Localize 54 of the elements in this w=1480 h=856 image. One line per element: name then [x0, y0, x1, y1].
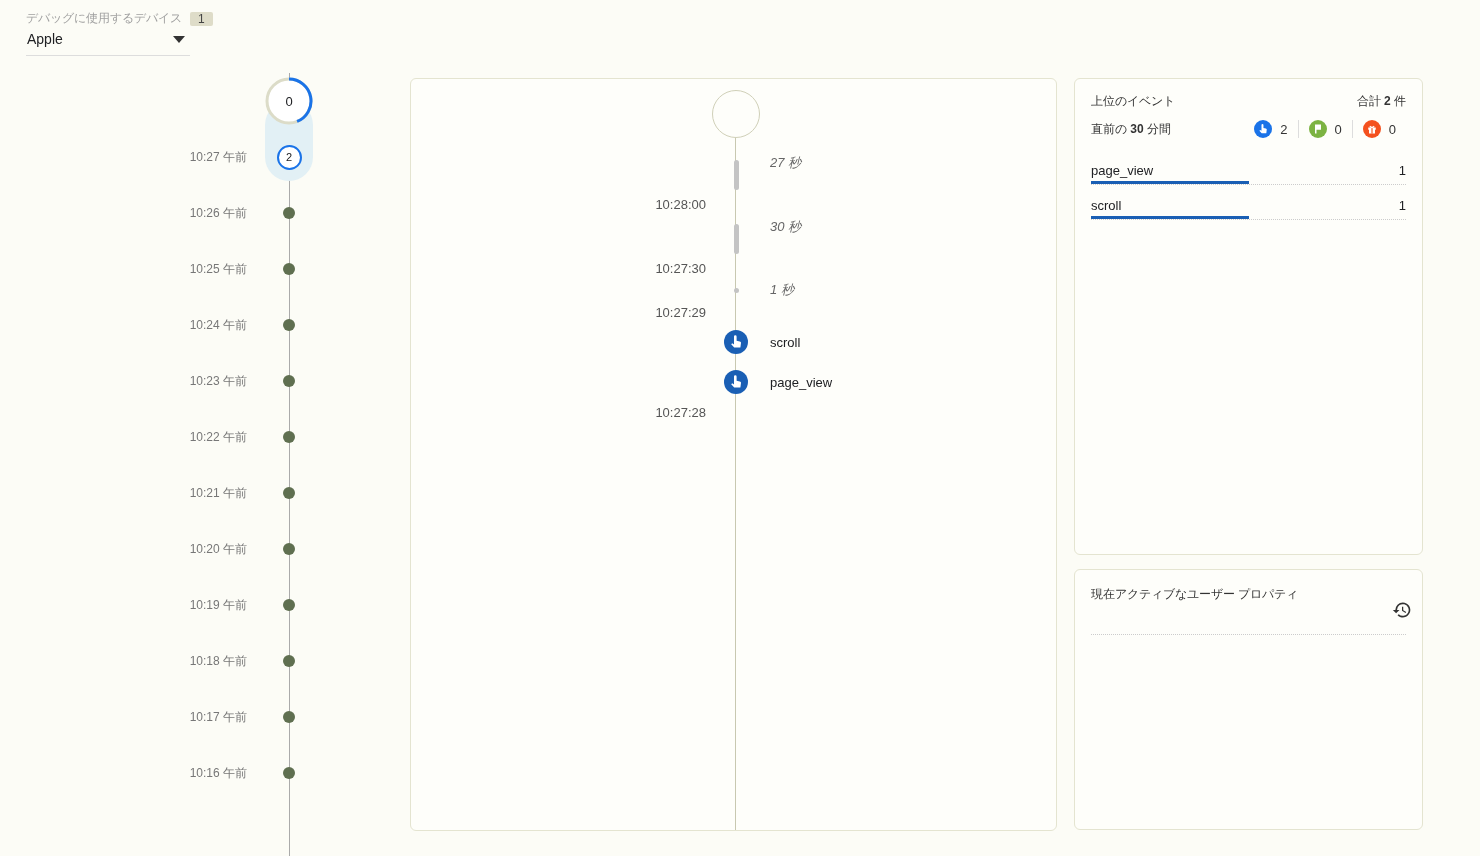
type-count: 0: [1334, 121, 1342, 137]
gap-dot: [733, 287, 739, 293]
event-count: 1: [1398, 163, 1406, 178]
minute-time: 10:27 午前: [188, 148, 247, 166]
timeline-start-circle: [712, 90, 760, 138]
timestamp: 10:27:29: [654, 304, 707, 320]
minute-time: 10:19 午前: [188, 596, 247, 614]
timestamp: 10:27:28: [654, 404, 707, 420]
timestamp: 10:27:30: [654, 260, 707, 276]
minute-time: 10:23 午前: [188, 372, 247, 390]
device-count: 1: [190, 11, 213, 26]
device-dropdown[interactable]: Apple: [26, 27, 190, 56]
minute-dot[interactable]: [283, 431, 295, 443]
minute-time: 10:24 午前: [188, 316, 247, 334]
gap-bar: [733, 224, 739, 254]
timestamp: 10:28:00: [654, 196, 707, 212]
gap-duration: 1 秒: [769, 281, 796, 299]
minute-time: 10:17 午前: [188, 708, 247, 726]
device-label: デバッグに使用するデバイス: [26, 10, 182, 27]
card-title: 現在アクティブなユーザー プロパティ: [1091, 586, 1299, 603]
type-count: 0: [1388, 121, 1396, 137]
minute-dot[interactable]: [283, 263, 295, 275]
pointer-icon[interactable]: [724, 330, 748, 354]
minute-time: 10:26 午前: [188, 204, 247, 222]
minute-time: 10:21 午前: [188, 484, 247, 502]
history-icon[interactable]: [1392, 600, 1412, 620]
gap-duration: 30 秒: [769, 218, 803, 236]
minute-time: 10:18 午前: [188, 652, 247, 670]
gap-duration: 27 秒: [769, 154, 803, 172]
minute-dot[interactable]: [283, 319, 295, 331]
minute-time: 10:25 午前: [188, 260, 247, 278]
card-title: 上位のイベント: [1091, 93, 1175, 110]
minute-dot[interactable]: [283, 375, 295, 387]
type-count: 2: [1280, 121, 1288, 137]
minute-time: 10:16 午前: [188, 764, 247, 782]
minute-dot[interactable]: [283, 767, 295, 779]
minute-dot[interactable]: [283, 655, 295, 667]
event-name[interactable]: page_view: [1091, 163, 1154, 178]
period-label: 直前の 30 分間: [1091, 120, 1172, 138]
minute-time: 10:22 午前: [188, 428, 247, 446]
minute-dot[interactable]: [283, 207, 295, 219]
minute-dot[interactable]: [283, 599, 295, 611]
minute-time: 10:20 午前: [188, 540, 247, 558]
total-count: 合計 2 件: [1356, 93, 1406, 110]
minute-dot[interactable]: [283, 711, 295, 723]
event-name[interactable]: page_view: [760, 374, 1056, 390]
minute-dot[interactable]: [283, 487, 295, 499]
event-name[interactable]: scroll: [760, 334, 1056, 350]
pointer-icon[interactable]: [724, 370, 748, 394]
minute-dot[interactable]: [283, 543, 295, 555]
caret-icon: [173, 35, 185, 43]
event-name[interactable]: scroll: [1091, 198, 1122, 213]
gap-bar: [733, 160, 739, 190]
event-count: 1: [1398, 198, 1406, 213]
